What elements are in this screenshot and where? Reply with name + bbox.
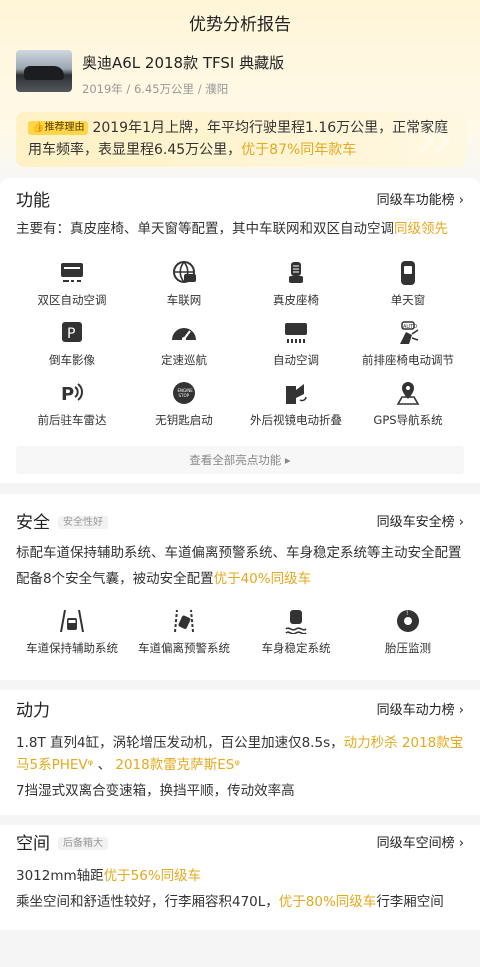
car-summary[interactable]: 奥迪A6L 2018款 TFSI 典藏版 2019年 / 6.45万公里 / 濮… (16, 50, 284, 97)
svg-text:P: P (67, 326, 75, 342)
feature-item[interactable]: 自动空调 (240, 320, 352, 380)
reverse-camera-icon: P (62, 322, 82, 342)
feature-item[interactable]: AUTO 前排座椅电动调节 (352, 320, 464, 380)
mirror-fold-icon (286, 384, 307, 404)
power-seat-icon: AUTO (400, 321, 419, 344)
function-grid: 双区自动空调 车联网 真皮座椅 单天窗 P 倒车影像 定速巡航 自动空调 AUT… (16, 260, 464, 440)
space-title: 空间 (16, 833, 50, 854)
sunroof-icon (401, 261, 415, 285)
recommend-reason: 👍推荐理由 2019年1月上牌，年平均行驶里程1.16万公里，正常家庭用车频率，表… (16, 112, 466, 167)
safety-badge: 安全性好 (58, 515, 108, 529)
safety-item[interactable]: 车道偏离预警系统 (128, 608, 240, 668)
space-rank-link[interactable]: 同级车空间榜 › (377, 832, 464, 851)
safety-title: 安全 (16, 512, 50, 533)
stability-control-icon (285, 610, 307, 634)
space-desc: 3012mm轴距优于56%同级车 乘坐空间和舒适性较好，行李厢容积470L，优于… (16, 868, 444, 910)
safety-item[interactable]: 车道保持辅助系统 (16, 608, 128, 668)
feature-item[interactable]: ENGINE STOP 无钥匙启动 (128, 380, 240, 440)
reason-text: 2019年1月上牌，年平均行驶里程1.16万公里，正常家庭用车频率，表显里程6.… (28, 120, 449, 158)
leather-seat-icon (289, 262, 303, 283)
feature-item[interactable]: P 前后驻车雷达 (16, 380, 128, 440)
feature-item[interactable]: 车联网 (128, 260, 240, 320)
safety-item[interactable]: 车身稳定系统 (240, 608, 352, 668)
svg-text:P: P (61, 384, 74, 405)
dual-zone-ac-icon (61, 263, 83, 282)
feature-item[interactable]: P 倒车影像 (16, 320, 128, 380)
reason-highlight: 优于87%同年款车 (241, 142, 357, 158)
car-meta: 2019年 / 6.45万公里 / 濮阳 (82, 82, 229, 96)
safety-desc: 标配车道保持辅助系统、车道偏离预警系统、车身稳定系统等主动安全配置 配备8个安全… (16, 545, 462, 587)
thumbs-up-icon: 👍 (32, 122, 45, 133)
safety-item[interactable]: ! 胎压监测 (352, 608, 464, 668)
lane-keep-icon (60, 609, 84, 633)
car-thumbnail (16, 50, 72, 92)
function-card: 功能 同级车功能榜 › 主要有：真皮座椅、单天窗等配置，其中车联网和双区自动空调… (0, 178, 480, 483)
feature-item[interactable]: 单天窗 (352, 260, 464, 320)
parking-radar-icon: P (61, 383, 83, 405)
function-title: 功能 (16, 190, 50, 211)
cruise-control-icon (172, 328, 196, 341)
space-badge: 后备箱大 (58, 836, 108, 850)
svg-text:!: ! (406, 610, 408, 617)
gps-icon (396, 382, 420, 405)
safety-rank-link[interactable]: 同级车安全榜 › (377, 511, 464, 530)
view-all-features-button[interactable]: 查看全部亮点功能 ▸ (16, 446, 464, 474)
power-title: 动力 (16, 700, 50, 721)
function-rank-link[interactable]: 同级车功能榜 › (377, 189, 464, 208)
search-icon: ᵠ (234, 757, 240, 773)
reason-tag: 👍推荐理由 (28, 121, 89, 135)
feature-item[interactable]: 定速巡航 (128, 320, 240, 380)
connected-car-icon (173, 261, 196, 283)
space-card: 空间 后备箱大 同级车空间榜 › 3012mm轴距优于56%同级车 乘坐空间和舒适… (0, 825, 480, 930)
power-card: 动力 同级车动力榜 › 1.8T 直列4缸，涡轮增压发动机，百公里加速仅8.5s… (0, 690, 480, 815)
feature-item[interactable]: 双区自动空调 (16, 260, 128, 320)
compare-link[interactable]: 2018款雷克萨斯ES (115, 757, 234, 773)
lane-departure-icon (174, 609, 194, 633)
keyless-start-icon: ENGINESTOP (173, 382, 195, 404)
safety-grid: 车道保持辅助系统 车道偏离预警系统 车身稳定系统 ! 胎压监测 (16, 608, 464, 668)
svg-text:AUTO: AUTO (403, 324, 417, 330)
page-title: 优势分析报告 (189, 15, 291, 35)
decor-chevron-icon (418, 128, 452, 154)
feature-item[interactable]: 真皮座椅 (240, 260, 352, 320)
svg-text:STOP: STOP (179, 393, 190, 398)
function-desc: 主要有：真皮座椅、单天窗等配置，其中车联网和双区自动空调同级领先 (16, 221, 448, 237)
tire-pressure-icon: ! (397, 610, 419, 632)
auto-ac-icon (285, 323, 307, 343)
power-desc: 1.8T 直列4缸，涡轮增压发动机，百公里加速仅8.5s，动力秒杀 2018款宝… (16, 735, 464, 799)
feature-item[interactable]: GPS导航系统 (352, 380, 464, 440)
feature-item[interactable]: 外后视镜电动折叠 (240, 380, 352, 440)
car-name: 奥迪A6L 2018款 TFSI 典藏版 (82, 54, 285, 72)
power-rank-link[interactable]: 同级车动力榜 › (377, 699, 464, 718)
safety-card: 安全 安全性好 同级车安全榜 › 标配车道保持辅助系统、车道偏离预警系统、车身稳定… (0, 494, 480, 680)
